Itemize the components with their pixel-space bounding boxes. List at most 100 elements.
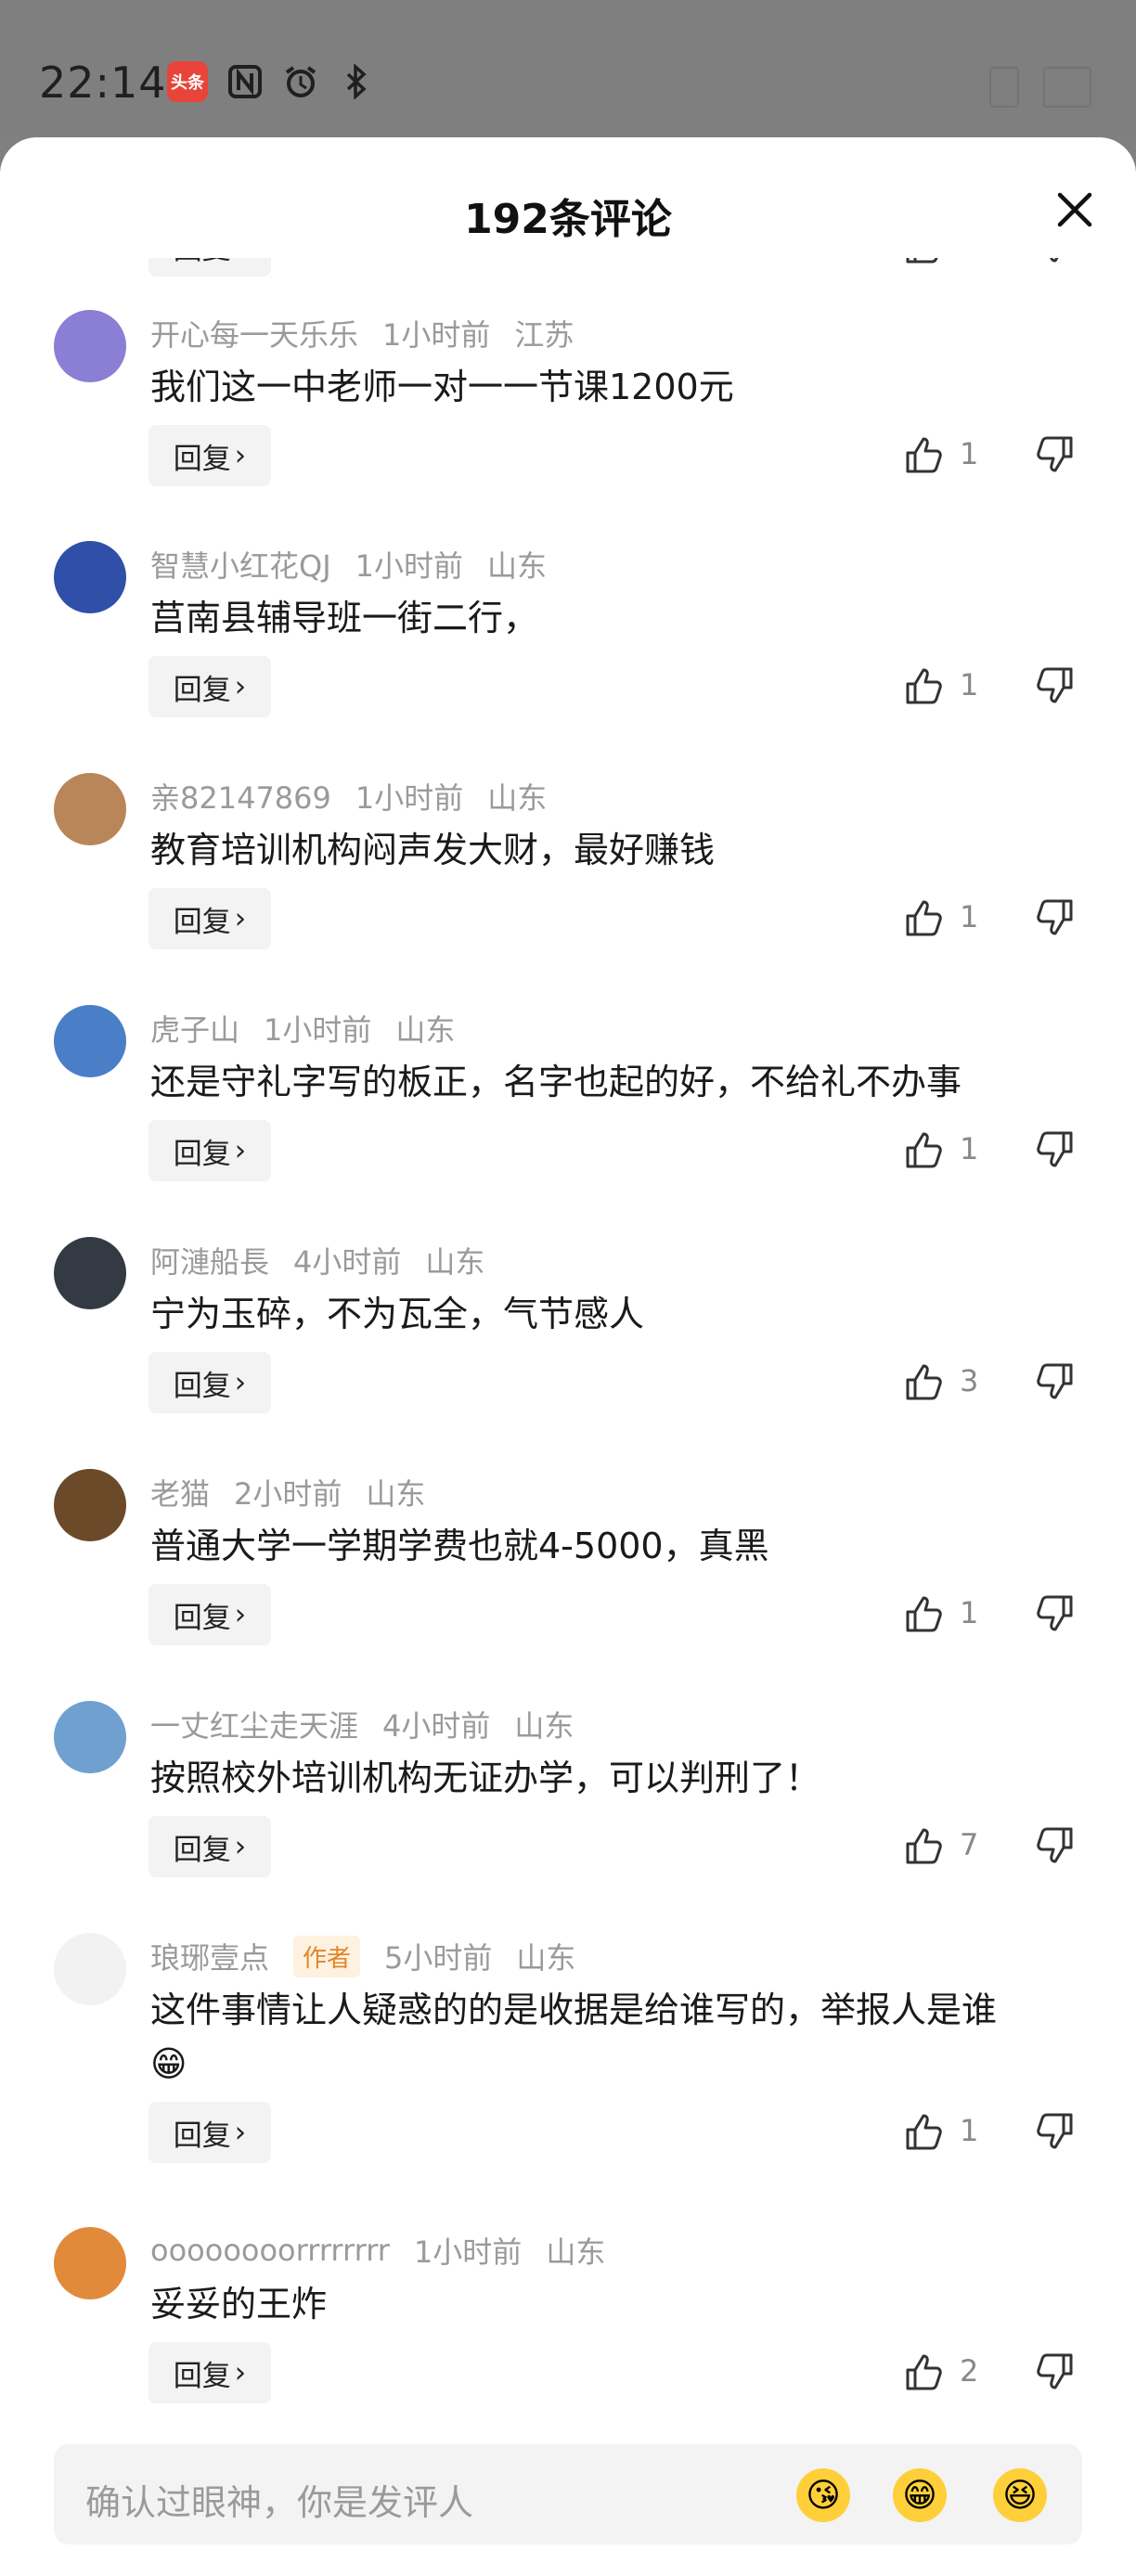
avatar[interactable] <box>54 1701 126 1773</box>
username[interactable]: 虎子山 <box>150 1007 239 1050</box>
like-count: 1 <box>960 667 979 702</box>
comment-time: 1小时前 <box>355 780 464 816</box>
chevron-right-icon: › <box>234 1366 247 1399</box>
comment-input[interactable]: 确认过眼神，你是发评人 😘 😁 😆 <box>54 2444 1082 2544</box>
username[interactable]: oooooooorrrrrrrr <box>150 2233 390 2268</box>
battery-icon <box>1043 67 1091 108</box>
chevron-right-icon: › <box>234 2116 247 2149</box>
comment-text: 普通大学一学期学费也就4-5000，真黑 <box>150 1519 769 1573</box>
avatar[interactable] <box>54 1469 126 1541</box>
thumbs-down-icon[interactable] <box>1032 2109 1077 2154</box>
reply-button[interactable]: 回复› <box>148 2102 271 2163</box>
reply-label: 回复 <box>173 2359 231 2393</box>
thumbs-up-icon[interactable] <box>902 663 947 708</box>
thumbs-up-icon[interactable] <box>902 432 947 477</box>
comment-time: 4小时前 <box>382 1708 491 1744</box>
username[interactable]: 琅琊壹点 <box>150 1935 269 1977</box>
reply-button[interactable]: 回复› <box>148 425 271 486</box>
comment-text-line: 还是守礼字写的板正，名字也起的好，不给礼不办事 <box>150 1062 962 1102</box>
comment-text: 妥妥的王炸 <box>150 2277 327 2331</box>
comment-location: 山东 <box>516 1940 576 1976</box>
comment-text: 我们这一中老师一对一一节课1200元 <box>150 360 734 414</box>
reply-label: 回复 <box>173 673 231 707</box>
comment-meta: 虎子山 1小时前 山东 <box>150 1007 455 1050</box>
thumbs-up-icon[interactable] <box>902 1127 947 1172</box>
chevron-right-icon: › <box>234 670 247 703</box>
avatar[interactable] <box>54 541 126 613</box>
bluetooth-icon <box>338 63 375 100</box>
comment-text-line: 宁为玉碎，不为瓦全，气节感人 <box>150 1294 645 1334</box>
reply-button[interactable]: 回复› <box>148 656 271 717</box>
thumbs-up-icon[interactable] <box>902 895 947 940</box>
comment-text-line: 普通大学一学期学费也就4-5000，真黑 <box>150 1526 769 1566</box>
thumbs-up-icon[interactable] <box>902 2109 947 2154</box>
thumbs-down-icon[interactable] <box>1032 663 1077 708</box>
username[interactable]: 智慧小红花QJ <box>150 543 331 586</box>
avatar[interactable] <box>54 1005 126 1077</box>
thumbs-down-icon[interactable] <box>1032 258 1077 267</box>
comment-text: 按照校外培训机构无证办学，可以判刑了！ <box>150 1751 820 1805</box>
comment-text: 这件事情让人疑惑的的是收据是给谁写的，举报人是谁 😁 <box>150 1983 997 2091</box>
signal-icon <box>989 67 1019 108</box>
author-badge: 作者 <box>293 1935 361 1977</box>
thumbs-down-icon[interactable] <box>1032 2350 1077 2394</box>
comment-meta: 开心每一天乐乐 1小时前 江苏 <box>150 312 574 354</box>
thumbs-down-icon[interactable] <box>1032 895 1077 940</box>
comment-time: 4小时前 <box>293 1244 402 1280</box>
reply-label: 回复 <box>174 258 231 267</box>
thumbs-up-icon[interactable] <box>902 1823 947 1868</box>
thumbs-up-icon[interactable] <box>902 258 947 267</box>
username[interactable]: 亲82147869 <box>150 775 331 818</box>
thumbs-up-icon[interactable] <box>902 2350 947 2394</box>
chevron-right-icon: › <box>234 902 247 935</box>
kiss-emoji-icon[interactable]: 😘 <box>796 2468 850 2522</box>
status-right-icons <box>989 67 1091 108</box>
username[interactable]: 开心每一天乐乐 <box>150 312 358 354</box>
chevron-right-icon: › <box>234 439 247 472</box>
comment-location: 山东 <box>487 780 548 816</box>
reply-label: 回复 <box>173 1601 231 1635</box>
thumbs-down-icon[interactable] <box>1032 1359 1077 1404</box>
reply-label: 回复 <box>173 1369 231 1403</box>
thumbs-up-icon[interactable] <box>902 1359 947 1404</box>
avatar[interactable] <box>54 310 126 382</box>
reply-button[interactable]: 回复› <box>148 1816 271 1877</box>
avatar[interactable] <box>54 2227 126 2299</box>
thumbs-down-icon[interactable] <box>1032 1591 1077 1636</box>
reply-label: 回复 <box>173 1833 231 1867</box>
avatar[interactable] <box>54 773 126 845</box>
input-placeholder: 确认过眼神，你是发评人 <box>85 2482 474 2523</box>
username[interactable]: 一丈红尘走天涯 <box>150 1703 358 1745</box>
thumbs-up-icon[interactable] <box>902 1591 947 1636</box>
thumbs-down-icon[interactable] <box>1032 1823 1077 1868</box>
comment-location: 山东 <box>395 1012 456 1048</box>
status-time: 22:14 <box>39 58 167 108</box>
comment-location: 山东 <box>546 2235 606 2270</box>
chevron-right-icon: › <box>234 1598 247 1631</box>
comment-text-line: 我们这一中老师一对一一节课1200元 <box>150 367 734 407</box>
reply-button[interactable]: 回复› <box>148 2342 271 2403</box>
thumbs-down-icon[interactable] <box>1032 1127 1077 1172</box>
username[interactable]: 老猫 <box>150 1471 210 1513</box>
grin-emoji-icon[interactable]: 😁 <box>893 2468 947 2522</box>
close-icon[interactable] <box>1051 186 1099 234</box>
comment-meta: 阿漣船長 4小时前 山东 <box>150 1239 484 1282</box>
status-bar: 22:14 头条 <box>0 0 1136 139</box>
reply-label: 回复 <box>173 442 231 476</box>
thumbs-down-icon[interactable] <box>1032 432 1077 477</box>
laugh-emoji-icon[interactable]: 😆 <box>993 2468 1047 2522</box>
avatar[interactable] <box>54 1237 126 1309</box>
reply-button[interactable]: 回复› <box>148 1120 271 1181</box>
reply-button[interactable]: 回复› <box>148 258 271 277</box>
avatar[interactable] <box>54 1933 126 2005</box>
reply-button[interactable]: 回复› <box>148 1352 271 1413</box>
comment-meta: 亲82147869 1小时前 山东 <box>150 775 547 818</box>
like-count: 3 <box>960 1363 979 1398</box>
comment-meta: oooooooorrrrrrrr 1小时前 山东 <box>150 2229 605 2272</box>
comment-list[interactable]: 回复› 1 开心每一天乐乐1小时前江苏我们这一中老师一对一一节课1200元回复›… <box>0 258 1136 2550</box>
username[interactable]: 阿漣船長 <box>150 1239 269 1282</box>
reply-button[interactable]: 回复› <box>148 888 271 949</box>
reply-label: 回复 <box>173 2119 231 2153</box>
comment-text-line: 莒南县辅导班一街二行， <box>150 598 539 638</box>
reply-button[interactable]: 回复› <box>148 1584 271 1645</box>
